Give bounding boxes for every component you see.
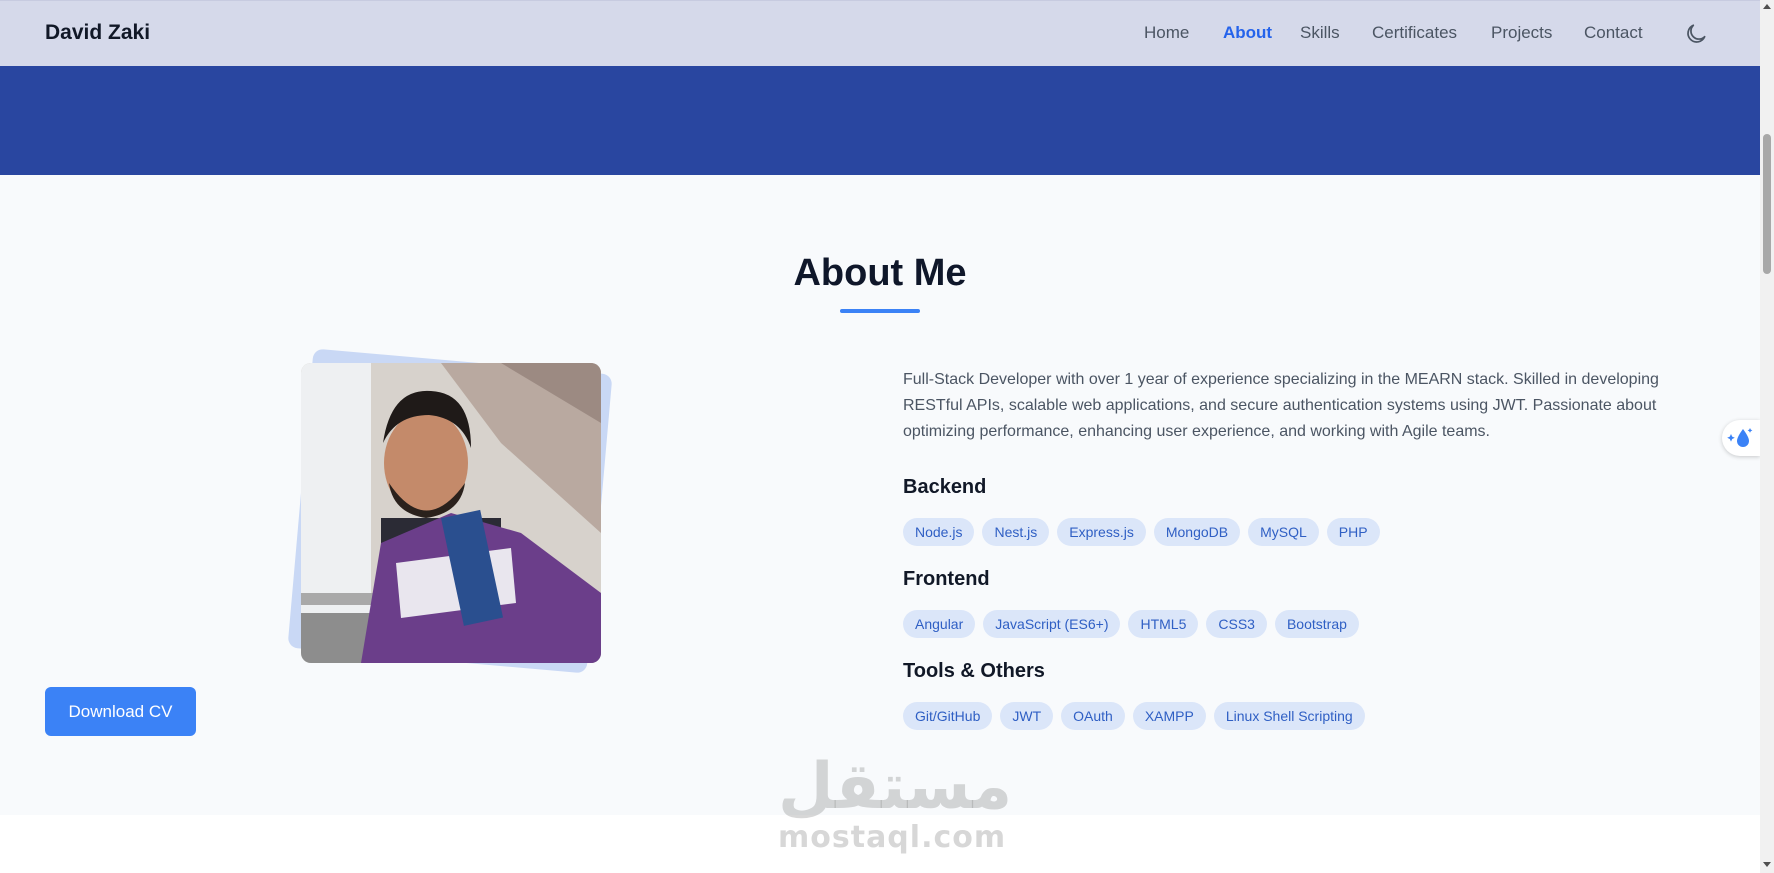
moon-icon[interactable] [1683, 21, 1709, 47]
skill-chip: Bootstrap [1274, 610, 1359, 638]
next-section [0, 815, 1760, 873]
skill-group-title-tools: Tools & Others [903, 660, 1045, 682]
scroll-down-arrow-icon[interactable] [1763, 862, 1771, 867]
nav-link-projects[interactable]: Projects [1491, 23, 1552, 43]
skill-chip: JWT [1000, 702, 1054, 730]
download-cv-button[interactable]: Download CV [45, 687, 196, 736]
nav-link-contact[interactable]: Contact [1584, 23, 1643, 43]
skill-chip: Nest.js [982, 518, 1050, 546]
page-scrollbar[interactable] [1760, 0, 1774, 873]
profile-photo [301, 363, 601, 663]
skill-chip: XAMPP [1132, 702, 1206, 730]
skill-chip: Express.js [1057, 518, 1146, 546]
title-underline [840, 309, 920, 313]
skill-chip: Git/GitHub [903, 702, 993, 730]
skill-chip: MySQL [1248, 518, 1319, 546]
floating-widget-button[interactable] [1722, 420, 1760, 456]
hero-banner [0, 66, 1760, 175]
skill-group-title-backend: Backend [903, 476, 987, 498]
skill-chip: Angular [903, 610, 976, 638]
skill-chip: CSS3 [1206, 610, 1267, 638]
nav-link-certificates[interactable]: Certificates [1372, 23, 1457, 43]
navbar: David Zaki Home About Skills Certificate… [0, 0, 1760, 66]
skill-chip: Linux Shell Scripting [1213, 702, 1365, 730]
skill-chip: MongoDB [1153, 518, 1241, 546]
scroll-up-arrow-icon[interactable] [1763, 4, 1771, 9]
section-title: About Me [793, 252, 967, 294]
skill-chips-tools: Git/GitHub JWT OAuth XAMPP Linux Shell S… [903, 702, 1365, 730]
bio-text: Full-Stack Developer with over 1 year of… [903, 371, 1659, 440]
skill-chip: HTML5 [1128, 610, 1199, 638]
skill-chip: OAuth [1061, 702, 1125, 730]
nav-links: Home About Skills Certificates Projects … [0, 23, 1760, 47]
nav-link-skills[interactable]: Skills [1300, 23, 1340, 43]
skill-chip: Node.js [903, 518, 975, 546]
skill-chips-backend: Node.js Nest.js Express.js MongoDB MySQL… [903, 518, 1380, 546]
skill-chip: PHP [1326, 518, 1380, 546]
scrollbar-thumb[interactable] [1763, 134, 1771, 274]
skill-chip: JavaScript (ES6+) [983, 610, 1121, 638]
nav-link-about[interactable]: About [1223, 23, 1272, 43]
about-section: About Me Full-Stack Developer with over … [0, 175, 1760, 815]
skill-group-title-frontend: Frontend [903, 568, 990, 590]
skill-chips-frontend: Angular JavaScript (ES6+) HTML5 CSS3 Boo… [903, 610, 1359, 638]
nav-link-home[interactable]: Home [1144, 23, 1189, 43]
